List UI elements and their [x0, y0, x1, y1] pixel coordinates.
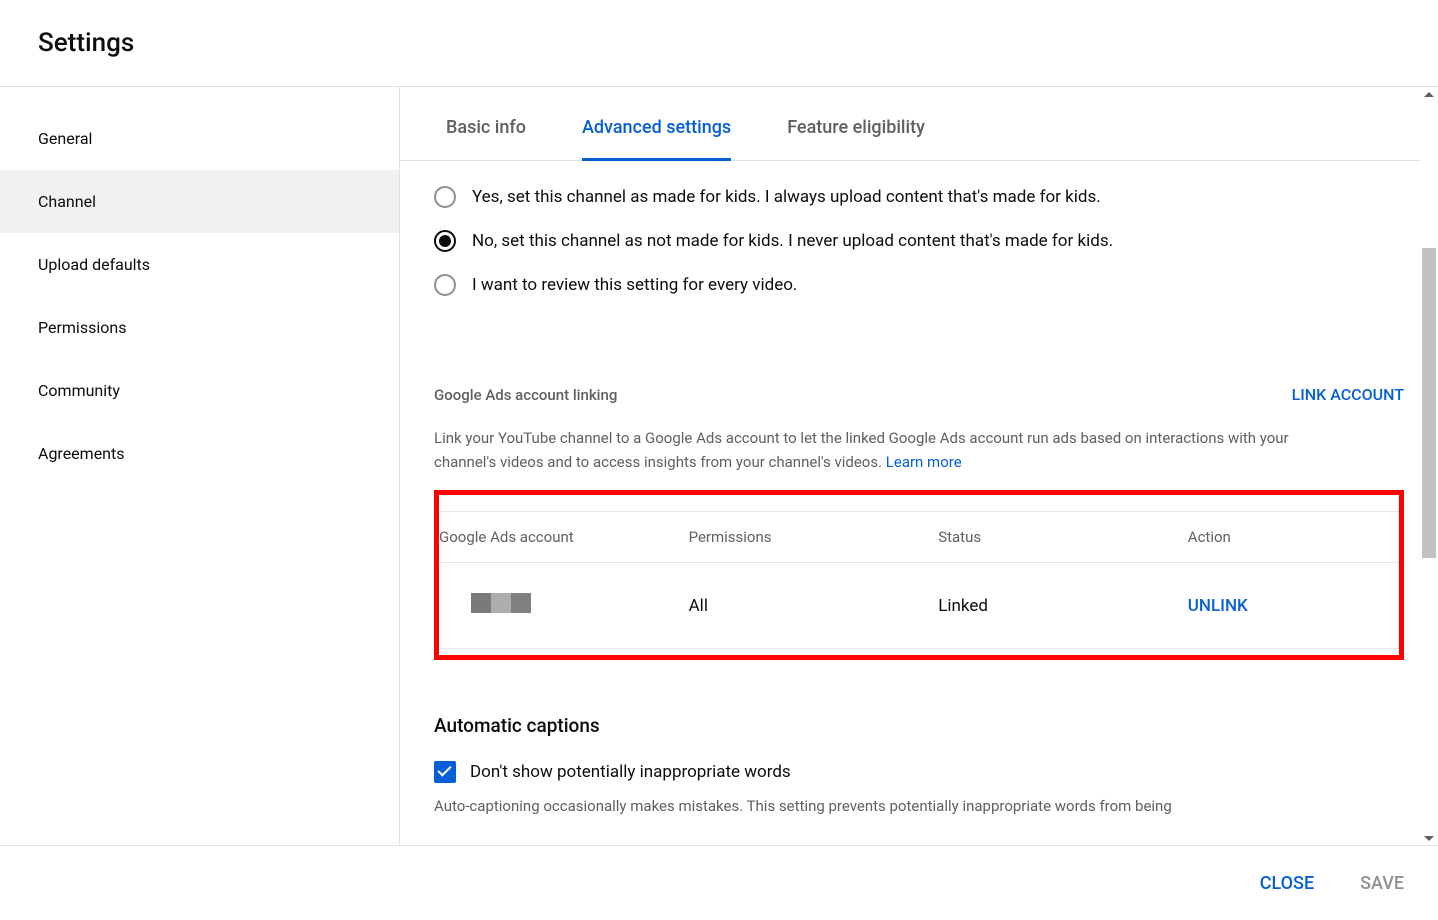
inappropriate-words-checkbox-row[interactable]: Don't show potentially inappropriate wor… — [434, 761, 1404, 783]
radio-icon — [434, 274, 456, 296]
cell-action: UNLINK — [1188, 563, 1399, 649]
sidebar-item-permissions[interactable]: Permissions — [0, 296, 399, 359]
radio-icon — [434, 230, 456, 252]
sidebar-item-upload-defaults[interactable]: Upload defaults — [0, 233, 399, 296]
table-row: All Linked UNLINK — [439, 563, 1399, 649]
ads-header-row: Google Ads account linking LINK ACCOUNT — [434, 375, 1404, 414]
sidebar-item-community[interactable]: Community — [0, 359, 399, 422]
dialog-body: General Channel Upload defaults Permissi… — [0, 87, 1438, 844]
unlink-button[interactable]: UNLINK — [1188, 596, 1248, 616]
save-button[interactable]: SAVE — [1354, 863, 1410, 904]
captions-title: Automatic captions — [434, 714, 1404, 737]
scroll-up-arrow-icon[interactable] — [1424, 92, 1434, 97]
checkbox-checked-icon — [434, 761, 456, 783]
automatic-captions-section: Automatic captions Don't show potentiall… — [400, 700, 1438, 818]
radio-label: No, set this channel as not made for kid… — [472, 231, 1113, 251]
sidebar-item-channel[interactable]: Channel — [0, 170, 399, 233]
ads-section-title: Google Ads account linking — [434, 386, 617, 404]
tab-advanced-settings[interactable]: Advanced settings — [582, 87, 731, 160]
radio-label: I want to review this setting for every … — [472, 275, 797, 295]
col-account: Google Ads account — [439, 512, 689, 563]
sidebar-item-general[interactable]: General — [0, 107, 399, 170]
radio-icon — [434, 186, 456, 208]
tab-feature-eligibility[interactable]: Feature eligibility — [787, 87, 925, 160]
scrollbar[interactable] — [1420, 88, 1438, 845]
settings-sidebar: General Channel Upload defaults Permissi… — [0, 87, 400, 844]
scroll-down-arrow-icon[interactable] — [1424, 836, 1434, 841]
radio-review-each-video[interactable]: I want to review this setting for every … — [434, 263, 1404, 307]
dialog-footer: CLOSE SAVE — [0, 845, 1438, 920]
cell-account — [439, 563, 689, 649]
sidebar-item-agreements[interactable]: Agreements — [0, 422, 399, 485]
channel-tabs: Basic info Advanced settings Feature eli… — [400, 87, 1438, 161]
ads-description-text: Link your YouTube channel to a Google Ad… — [434, 429, 1289, 471]
cell-status: Linked — [938, 563, 1188, 649]
page-title: Settings — [38, 28, 1400, 58]
google-ads-section: Google Ads account linking LINK ACCOUNT … — [400, 361, 1438, 660]
ads-accounts-table: Google Ads account Permissions Status Ac… — [439, 511, 1399, 649]
settings-content: Basic info Advanced settings Feature eli… — [400, 87, 1438, 844]
radio-label: Yes, set this channel as made for kids. … — [472, 187, 1101, 207]
col-action: Action — [1188, 512, 1399, 563]
checkbox-label: Don't show potentially inappropriate wor… — [470, 762, 791, 782]
learn-more-link[interactable]: Learn more — [886, 453, 962, 471]
col-status: Status — [938, 512, 1188, 563]
ads-table-highlight: Google Ads account Permissions Status Ac… — [434, 490, 1404, 660]
radio-made-for-kids-no[interactable]: No, set this channel as not made for kid… — [434, 219, 1404, 263]
table-header-row: Google Ads account Permissions Status Ac… — [439, 512, 1399, 563]
dialog-header: Settings — [0, 0, 1438, 87]
col-permissions: Permissions — [689, 512, 939, 563]
link-account-button[interactable]: LINK ACCOUNT — [1292, 375, 1404, 414]
ads-description: Link your YouTube channel to a Google Ad… — [434, 426, 1304, 474]
redacted-account-id — [471, 593, 531, 613]
close-button[interactable]: CLOSE — [1254, 863, 1320, 904]
scroll-thumb[interactable] — [1422, 248, 1436, 558]
radio-made-for-kids-yes[interactable]: Yes, set this channel as made for kids. … — [434, 175, 1404, 219]
captions-description: Auto-captioning occasionally makes mista… — [434, 795, 1314, 818]
cell-permissions: All — [689, 563, 939, 649]
tab-basic-info[interactable]: Basic info — [446, 87, 526, 160]
kids-audience-section: Yes, set this channel as made for kids. … — [400, 161, 1438, 307]
